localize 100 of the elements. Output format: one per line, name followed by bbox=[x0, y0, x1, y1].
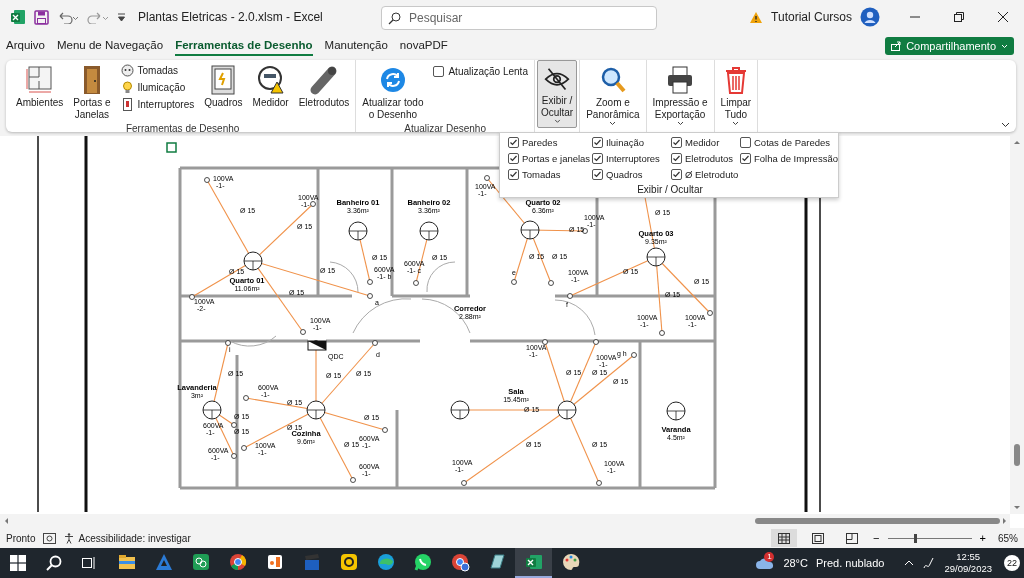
ribbon-button[interactable]: Ilumicação bbox=[120, 80, 195, 95]
light-fixture-symbol bbox=[450, 400, 470, 420]
selected-cell[interactable] bbox=[166, 142, 177, 153]
warning-icon[interactable] bbox=[749, 10, 764, 24]
undo-icon[interactable] bbox=[57, 10, 79, 24]
account-name[interactable]: Tutorial Cursos bbox=[771, 10, 852, 24]
menu-tab[interactable]: Menu de Navegação bbox=[57, 36, 164, 56]
checkbox[interactable] bbox=[592, 137, 603, 148]
outlet-symbol bbox=[582, 228, 588, 234]
checkbox-option[interactable]: Iluinação bbox=[592, 137, 671, 148]
light-bulb-icon bbox=[120, 81, 134, 94]
collapse-ribbon-icon[interactable] bbox=[1001, 122, 1010, 128]
printer-icon bbox=[666, 65, 695, 95]
menu-tab[interactable]: Arquivo bbox=[6, 36, 45, 56]
notification-badge: 1 bbox=[764, 552, 775, 562]
ribbon-button[interactable]: Tomadas bbox=[120, 63, 195, 78]
ribbon-button[interactable]: Portas e Janelas bbox=[69, 63, 115, 123]
ribbon-button[interactable]: Limpar Tudo bbox=[716, 63, 756, 130]
chat-icon bbox=[412, 552, 433, 572]
ribbon-button[interactable]: Quadros bbox=[200, 63, 247, 111]
outlet-symbol bbox=[484, 175, 490, 181]
outlet-icon bbox=[120, 64, 134, 77]
checkbox-option[interactable]: Quadros bbox=[592, 169, 671, 180]
checkbox[interactable] bbox=[433, 66, 445, 77]
checkbox[interactable] bbox=[671, 169, 682, 180]
task-view-icon[interactable] bbox=[82, 556, 96, 570]
checkbox[interactable] bbox=[740, 137, 751, 148]
checkbox-option[interactable]: Medidor bbox=[671, 137, 740, 148]
caret-icon bbox=[1001, 43, 1008, 49]
view-button[interactable] bbox=[771, 529, 798, 547]
vertical-scrollbar[interactable] bbox=[1010, 136, 1024, 514]
ribbon-button[interactable]: Impressão e Exportação bbox=[648, 63, 712, 130]
avatar-icon[interactable] bbox=[860, 7, 880, 27]
chevron-up-icon[interactable] bbox=[904, 560, 915, 566]
outlet-symbol bbox=[596, 480, 602, 486]
spreadsheet-app-icon bbox=[523, 552, 544, 572]
horizontal-scrollbar[interactable] bbox=[0, 514, 1010, 528]
weather-condition: Pred. nublado bbox=[815, 557, 885, 569]
checkbox[interactable] bbox=[508, 137, 519, 148]
checkbox[interactable] bbox=[508, 169, 519, 180]
checkbox[interactable] bbox=[740, 153, 751, 164]
checkbox-option[interactable]: Cotas de Paredes bbox=[740, 137, 838, 148]
clock[interactable]: 12:55 29/09/2023 bbox=[944, 551, 992, 575]
checkbox[interactable] bbox=[671, 153, 682, 164]
outlet-symbol bbox=[310, 201, 316, 207]
checkbox-option[interactable]: Folha de Impressão bbox=[740, 153, 838, 164]
search-icon[interactable] bbox=[46, 555, 62, 571]
group-label: Atualizar Desenho bbox=[403, 123, 487, 136]
caret-icon bbox=[676, 121, 684, 126]
meter-icon bbox=[256, 65, 285, 95]
macro-record-icon[interactable] bbox=[43, 532, 57, 544]
ribbon-button[interactable]: Ambientes bbox=[12, 63, 68, 111]
zoom-in-button[interactable]: + bbox=[979, 532, 986, 544]
start-icon[interactable] bbox=[10, 555, 26, 571]
checkbox-option[interactable]: Tomadas bbox=[508, 169, 592, 180]
zoom-out-button[interactable]: − bbox=[873, 532, 880, 544]
redo-icon[interactable] bbox=[87, 10, 109, 24]
door-swing-arc bbox=[229, 335, 277, 347]
ribbon-button[interactable]: Eletrodutos bbox=[294, 63, 354, 111]
menu-tab[interactable]: Manutenção bbox=[324, 36, 388, 56]
rings-tile-icon bbox=[190, 552, 211, 572]
ribbon-button[interactable]: Zoom e Panorâmica bbox=[582, 63, 644, 130]
share-button[interactable]: Compartilhamento bbox=[885, 37, 1014, 55]
outlet-symbol bbox=[300, 329, 306, 335]
electrical-panel-icon bbox=[210, 65, 237, 95]
checkbox[interactable] bbox=[508, 153, 519, 164]
checkbox-option[interactable]: Ø Eletroduto bbox=[671, 169, 740, 180]
window-title: Plantas Eletricas - 2.0.xlsm - Excel bbox=[138, 10, 324, 24]
search-field[interactable]: Pesquisar bbox=[381, 6, 657, 30]
clock-time: 12:55 bbox=[956, 551, 981, 563]
checkbox-option[interactable]: Portas e janelas bbox=[508, 153, 592, 164]
clock-date: 29/09/2023 bbox=[944, 563, 992, 575]
save-icon[interactable] bbox=[34, 9, 49, 25]
ribbon-button[interactable]: Exibir / Ocultar bbox=[536, 60, 578, 128]
menu-tab[interactable]: Ferramentas de Desenho bbox=[175, 36, 313, 56]
ribbon-button[interactable]: Atualizar todo o Desenho bbox=[358, 63, 428, 123]
checkbox[interactable] bbox=[592, 153, 603, 164]
checkbox-option[interactable]: Eletrodutos bbox=[671, 153, 740, 164]
customize-toolbar-icon[interactable] bbox=[117, 12, 126, 22]
checkbox-option[interactable]: Paredes bbox=[508, 137, 592, 148]
slider-thumb[interactable] bbox=[914, 533, 918, 543]
menu-tab[interactable]: novaPDF bbox=[399, 36, 448, 56]
accessibility-status[interactable]: Acessibilidade: investigar bbox=[64, 532, 191, 544]
outlet-symbol bbox=[542, 339, 548, 345]
restore-icon[interactable] bbox=[954, 12, 964, 22]
checkbox[interactable] bbox=[671, 137, 682, 148]
weather-widget[interactable]: 1 bbox=[755, 556, 776, 570]
page-break-icon bbox=[846, 532, 859, 544]
ribbon-button[interactable]: Medidor bbox=[248, 63, 293, 111]
ribbon-button[interactable]: Interruptores bbox=[120, 97, 195, 112]
share-icon bbox=[891, 41, 902, 51]
notification-count[interactable]: 22 bbox=[1004, 555, 1020, 571]
checkbox[interactable] bbox=[592, 169, 603, 180]
close-icon[interactable] bbox=[998, 12, 1008, 22]
cloud-icon bbox=[755, 556, 776, 570]
outlet-symbol bbox=[548, 280, 554, 286]
zoom-level[interactable]: 65% bbox=[998, 532, 1018, 544]
checkbox-option[interactable]: Atualização Lenta bbox=[429, 63, 532, 80]
light-fixture-symbol bbox=[666, 401, 686, 421]
checkbox-option[interactable]: Interruptores bbox=[592, 153, 671, 164]
